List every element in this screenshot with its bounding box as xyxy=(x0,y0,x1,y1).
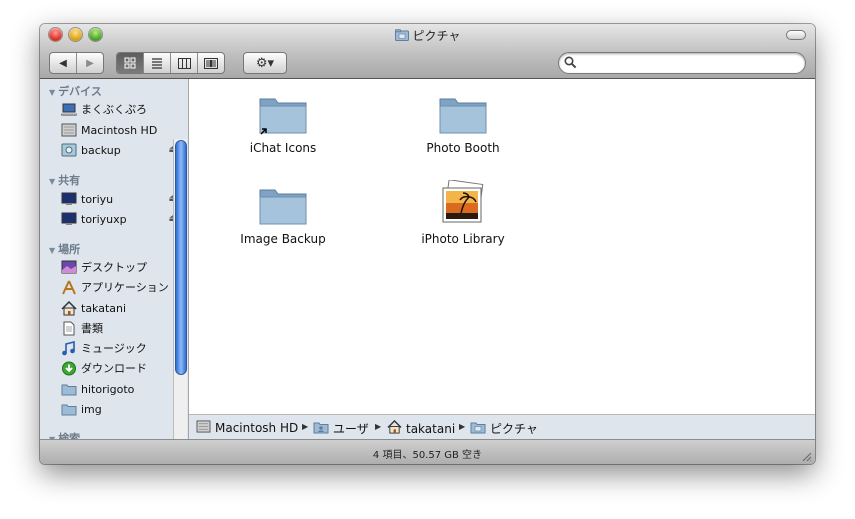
folder-icon xyxy=(61,402,77,417)
action-menu-button[interactable]: ⚙▾ xyxy=(243,52,287,74)
sidebar-item-toriyu[interactable]: toriyu xyxy=(61,190,113,208)
folder-icon xyxy=(439,98,487,134)
file-item-label: iChat Icons xyxy=(249,141,317,155)
forward-arrow-icon: ▶ xyxy=(86,57,94,69)
column-view-icon xyxy=(177,57,191,69)
back-button[interactable]: ◀ xyxy=(50,53,77,73)
scrollbar-thumb[interactable] xyxy=(175,140,187,375)
sidebar-item-applications[interactable]: アプリケーション xyxy=(61,278,169,296)
path-item-pictures[interactable]: ピクチャ xyxy=(470,420,538,437)
sidebar-heading-search[interactable]: ▼検索 xyxy=(49,430,80,439)
folder-alias-icon xyxy=(259,98,307,135)
external-drive-icon xyxy=(61,143,77,158)
window-title-text: ピクチャ xyxy=(412,29,461,43)
folder-icon xyxy=(61,382,77,397)
sidebar: ▼デバイス まくぶくぷろ Macintosh HD backup ⏏ ▼共有 t… xyxy=(40,79,189,439)
downloads-icon xyxy=(61,361,77,376)
sidebar-item-desktop[interactable]: デスクトップ xyxy=(61,258,147,276)
pictures-folder-icon xyxy=(470,420,486,437)
file-item-photo-booth[interactable]: Photo Booth xyxy=(393,93,533,155)
coverflow-view-icon xyxy=(204,57,218,69)
sidebar-item-music[interactable]: ミュージック xyxy=(61,339,147,357)
file-item-label: iPhoto Library xyxy=(421,232,505,246)
search-input[interactable] xyxy=(581,55,800,71)
pictures-folder-icon xyxy=(394,29,409,44)
desktop-icon xyxy=(61,260,77,275)
column-view-button[interactable] xyxy=(171,53,198,73)
view-buttons xyxy=(116,52,225,74)
icon-view-icon xyxy=(124,57,136,69)
hard-drive-icon xyxy=(61,123,77,138)
iphoto-library-icon xyxy=(442,179,484,223)
status-bar: 4 項目、50.57 GB 空き xyxy=(40,439,815,464)
toolbar-toggle-button[interactable] xyxy=(786,30,806,40)
forward-button[interactable]: ▶ xyxy=(77,53,103,73)
resize-grip-icon[interactable] xyxy=(801,451,812,462)
home-icon xyxy=(61,300,77,316)
window-title: ピクチャ xyxy=(40,27,815,44)
disclosure-triangle-icon: ▼ xyxy=(49,246,56,255)
file-item-iphoto-library[interactable]: iPhoto Library xyxy=(393,179,533,246)
file-item-label: Photo Booth xyxy=(426,141,500,155)
sidebar-item-makbukpro[interactable]: まくぶくぷろ xyxy=(61,100,147,118)
path-item-users[interactable]: ユーザ xyxy=(313,420,369,437)
status-text: 4 項目、50.57 GB 空き xyxy=(372,450,483,461)
sidebar-scrollbar[interactable]: ▲ ▼ xyxy=(173,139,187,439)
laptop-icon xyxy=(61,102,77,117)
path-item-takatani[interactable]: takatani xyxy=(387,419,455,437)
coverflow-view-button[interactable] xyxy=(198,53,224,73)
toolbar: ピクチャ ◀ ▶ ⚙▾ xyxy=(40,24,815,79)
path-separator-icon: ▶ xyxy=(375,422,382,431)
path-separator-icon: ▶ xyxy=(459,422,466,431)
path-item-macintosh-hd[interactable]: Macintosh HD xyxy=(196,420,298,436)
disclosure-triangle-icon: ▼ xyxy=(49,88,56,97)
sidebar-item-takatani[interactable]: takatani xyxy=(61,299,126,317)
path-separator-icon: ▶ xyxy=(302,422,309,431)
file-icon-view[interactable]: iChat Icons Photo Booth Image Backup iPh… xyxy=(189,79,815,414)
gear-icon: ⚙▾ xyxy=(255,55,275,71)
navigation-buttons: ◀ ▶ xyxy=(49,52,104,74)
search-icon xyxy=(564,56,577,69)
back-arrow-icon: ◀ xyxy=(59,57,67,69)
music-icon xyxy=(61,340,77,356)
icon-view-button[interactable] xyxy=(117,53,144,73)
file-item-label: Image Backup xyxy=(240,232,326,246)
documents-icon xyxy=(61,321,77,336)
finder-window: ピクチャ ◀ ▶ ⚙▾ ▼ デバイス まくぶくぷろ Macintosh HD b… xyxy=(40,24,815,464)
sidebar-item-downloads[interactable]: ダウンロード xyxy=(61,359,147,377)
disclosure-triangle-icon: ▼ xyxy=(49,177,56,186)
applications-icon xyxy=(61,280,77,295)
folder-icon xyxy=(259,189,307,225)
home-icon xyxy=(387,419,402,437)
list-view-icon xyxy=(152,58,162,69)
file-item-image-backup[interactable]: Image Backup xyxy=(213,184,353,246)
file-item-ichat-icons[interactable]: iChat Icons xyxy=(213,93,353,155)
sidebar-item-backup[interactable]: backup xyxy=(61,141,121,159)
sidebar-item-toriyuxp[interactable]: toriyuxp xyxy=(61,210,127,228)
sidebar-heading-shared[interactable]: ▼ 共有 xyxy=(49,172,80,188)
sidebar-item-macintosh-hd[interactable]: Macintosh HD xyxy=(61,121,157,139)
list-view-button[interactable] xyxy=(144,53,171,73)
sidebar-heading-devices[interactable]: ▼ デバイス xyxy=(49,83,102,99)
sidebar-item-hitorigoto[interactable]: hitorigoto xyxy=(61,380,134,398)
users-folder-icon xyxy=(313,420,329,437)
search-field[interactable] xyxy=(558,52,806,74)
path-bar: Macintosh HD ▶ ユーザ ▶ takatani ▶ ピクチャ xyxy=(189,414,815,440)
sidebar-item-img[interactable]: img xyxy=(61,400,102,418)
display-icon xyxy=(61,192,77,207)
sidebar-heading-places[interactable]: ▼ 場所 xyxy=(49,241,80,257)
hard-drive-icon xyxy=(196,420,211,436)
display-icon xyxy=(61,212,77,227)
sidebar-item-documents[interactable]: 書類 xyxy=(61,319,103,337)
